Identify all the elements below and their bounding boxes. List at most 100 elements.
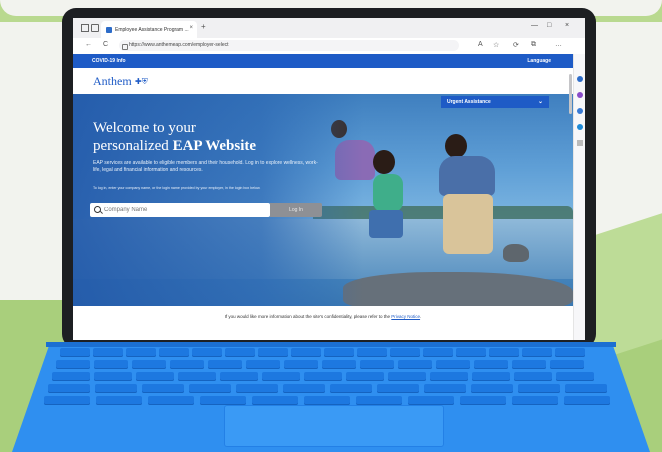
- keyboard-key: [518, 384, 560, 393]
- maximize-button[interactable]: □: [547, 22, 551, 29]
- search-sidebar-icon[interactable]: [577, 76, 583, 82]
- keyboard-key: [322, 360, 356, 369]
- keyboard-key: [94, 360, 128, 369]
- keyboard-key: [132, 360, 166, 369]
- keyboard-key: [356, 396, 402, 405]
- hero-banner: Urgent Assistance ⌄ Welcome to your pers…: [73, 94, 573, 306]
- touchpad: [224, 405, 444, 447]
- dad-shirt: [439, 156, 495, 196]
- blue-cross-shield-icon: ✚⛨: [135, 77, 148, 86]
- keyboard-key: [200, 396, 246, 405]
- read-aloud-icon[interactable]: A: [478, 41, 483, 48]
- refresh-page-icon[interactable]: ⟳: [513, 41, 519, 49]
- keyboard-key: [390, 348, 420, 357]
- keyboard-key: [159, 348, 189, 357]
- keyboard-key: [126, 348, 156, 357]
- hero-headline-bold: EAP Website: [172, 138, 257, 154]
- keyboard-key: [489, 348, 519, 357]
- keyboard-key: [304, 396, 350, 405]
- url-field[interactable]: https://www.anthemeap.com/employer-selec…: [119, 40, 459, 51]
- more-menu-icon[interactable]: …: [555, 41, 562, 48]
- dad-pants: [443, 194, 493, 254]
- refresh-icon[interactable]: C: [103, 41, 108, 48]
- add-sidebar-icon[interactable]: [577, 140, 583, 146]
- tab-favicon-icon: [106, 26, 112, 33]
- child-shirt: [373, 174, 403, 212]
- keyboard-key: [436, 360, 470, 369]
- tools-sidebar-icon[interactable]: [577, 108, 583, 114]
- header: Anthem ✚⛨: [73, 68, 573, 94]
- keyboard-key: [96, 396, 142, 405]
- urgent-assistance-label: Urgent Assistance: [447, 99, 491, 105]
- keyboard-key: [192, 348, 222, 357]
- keyboard-key: [304, 372, 342, 381]
- covid-info-link[interactable]: COVID-19 Info: [92, 58, 126, 64]
- shopping-sidebar-icon[interactable]: [577, 92, 583, 98]
- keyboard-key: [377, 384, 419, 393]
- keyboard-key: [95, 384, 137, 393]
- login-instructions: To log in, enter your company name, or t…: [93, 186, 261, 190]
- keyboard-key: [423, 348, 453, 357]
- web-page: COVID-19 Info Language Anthem ✚⛨ Urgent …: [73, 54, 573, 340]
- browser-address-bar: ← C https://www.anthemeap.com/employer-s…: [73, 38, 585, 55]
- keyboard-key: [170, 360, 204, 369]
- hero-shore-rocks: [343, 272, 573, 306]
- keyboard-key: [142, 384, 184, 393]
- collections-icon[interactable]: ⧉: [531, 41, 536, 49]
- keyboard-key: [550, 360, 584, 369]
- keyboard-hinge: [46, 342, 616, 347]
- page-footer: If you would like more information about…: [73, 306, 573, 340]
- keyboard-key: [522, 348, 552, 357]
- back-icon[interactable]: ←: [85, 41, 92, 48]
- hero-rock: [503, 244, 529, 262]
- keyboard-key: [291, 348, 321, 357]
- tab-actions-icon[interactable]: [91, 24, 99, 32]
- child-shorts: [369, 210, 403, 238]
- keyboard-key: [472, 372, 510, 381]
- keyboard-key: [60, 348, 90, 357]
- new-tab-button[interactable]: +: [201, 22, 206, 31]
- keyboard-key: [398, 360, 432, 369]
- keyboard-key: [357, 348, 387, 357]
- page-scrollbar[interactable]: [569, 74, 572, 114]
- keyboard-key: [220, 372, 258, 381]
- favorite-star-icon[interactable]: ☆: [493, 41, 499, 49]
- keyboard-key: [94, 372, 132, 381]
- urgent-assistance-dropdown[interactable]: Urgent Assistance ⌄: [441, 96, 549, 108]
- keyboard-key: [474, 360, 508, 369]
- keyboard-key: [430, 372, 468, 381]
- keyboard-key: [93, 348, 123, 357]
- outlook-sidebar-icon[interactable]: [577, 124, 583, 130]
- url-text: https://www.anthemeap.com/employer-selec…: [129, 42, 229, 48]
- laptop-screen: Employee Assistance Program ... × + — □ …: [73, 18, 585, 340]
- window-menu-icon[interactable]: [81, 24, 89, 32]
- keyboard-key: [388, 372, 426, 381]
- keyboard-key: [189, 384, 231, 393]
- keyboard-key: [56, 360, 90, 369]
- keyboard-key: [136, 372, 174, 381]
- keyboard-key: [360, 360, 394, 369]
- company-name-input[interactable]: [104, 205, 264, 215]
- privacy-notice-link[interactable]: Privacy Notice: [391, 314, 420, 319]
- minimize-button[interactable]: —: [531, 22, 538, 29]
- keyboard-key: [408, 396, 454, 405]
- keyboard-key: [258, 348, 288, 357]
- login-button[interactable]: Log In: [270, 203, 322, 217]
- tab-close-icon[interactable]: ×: [189, 25, 193, 31]
- keyboard-key: [512, 396, 558, 405]
- keyboard-key: [262, 372, 300, 381]
- language-link[interactable]: Language: [527, 58, 551, 64]
- hero-headline-line1: Welcome to your: [93, 120, 196, 136]
- keyboard-key: [514, 372, 552, 381]
- keyboard-key: [246, 360, 280, 369]
- keyboard-key: [471, 384, 513, 393]
- browser-tab[interactable]: Employee Assistance Program ... ×: [101, 21, 197, 38]
- anthem-logo[interactable]: Anthem: [93, 74, 132, 89]
- chevron-down-icon: ⌄: [537, 99, 543, 105]
- close-window-button[interactable]: ×: [565, 22, 569, 29]
- dad-head: [445, 134, 467, 158]
- keyboard-key: [556, 372, 594, 381]
- keyboard-key: [424, 384, 466, 393]
- confidentiality-notice: If you would like more information about…: [73, 314, 573, 319]
- keyboard-key: [555, 348, 585, 357]
